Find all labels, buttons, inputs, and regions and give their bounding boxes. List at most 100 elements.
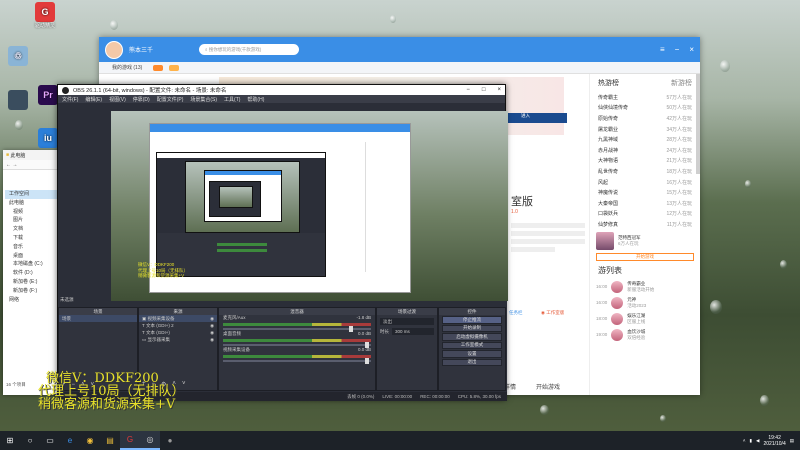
start-icon[interactable]: ⊞: [0, 431, 20, 450]
volume-slider[interactable]: [223, 358, 371, 364]
game-platform-icon[interactable]: G: [120, 431, 140, 450]
source-item[interactable]: ▣ 视频采集设备 ◉: [139, 315, 217, 322]
source-item[interactable]: T 文本 (GDI+) ◉: [139, 329, 217, 336]
game-avatar-icon: [611, 328, 624, 341]
ranking-header: 热游榜 新游榜: [590, 74, 700, 92]
search-icon[interactable]: ○: [20, 431, 40, 450]
ranking-item[interactable]: 仙梦修真 11万人在玩: [590, 219, 700, 230]
nav-item[interactable]: 图片: [5, 216, 61, 225]
game-search-input[interactable]: ⌕ 搜你想玩的游戏(千款游戏): [199, 44, 300, 55]
source-item[interactable]: T 文本 (GDI+) 2 ◉: [139, 322, 217, 329]
nav-item[interactable]: 新加卷 (E:): [5, 278, 61, 287]
menu-scene-collection[interactable]: 场景集合(S): [190, 96, 217, 103]
menu-tools[interactable]: 工具(T): [224, 96, 240, 103]
stop-stream-button[interactable]: 停止推流: [442, 316, 502, 324]
close-icon[interactable]: ×: [497, 87, 501, 93]
nav-item[interactable]: 本地磁盘 (C:): [5, 260, 61, 269]
app-icon[interactable]: ●: [160, 431, 180, 450]
ranking-item[interactable]: 大秦帝国 13万人在玩: [590, 198, 700, 209]
menu-view[interactable]: 视图(V): [109, 96, 126, 103]
ranking-item[interactable]: 口袋妖兵 12万人在玩: [590, 209, 700, 220]
featured-game[interactable]: 范特西冠军 6万人在玩: [590, 230, 700, 252]
start-game-button[interactable]: 开始游戏: [536, 382, 560, 391]
studio-mode-button[interactable]: 工作室模式: [442, 341, 502, 349]
minimize-icon[interactable]: −: [466, 87, 470, 93]
schedule-item[interactable]: 18:00 娱乐江湖 区服上线: [590, 311, 700, 327]
tab-indicator[interactable]: [153, 64, 164, 71]
nav-item[interactable]: 新加卷 (F:): [5, 287, 61, 296]
virtual-camera-button[interactable]: 启动虚拟摄像机: [442, 333, 502, 341]
start-recording-button[interactable]: 开始录制: [442, 324, 502, 332]
featured-start-button[interactable]: 开始游戏: [596, 252, 694, 261]
ranking-item[interactable]: 赤月战神 24万人在玩: [590, 145, 700, 156]
schedule-item[interactable]: 16:00 传奇霸业 新服活动开始: [590, 279, 700, 295]
nav-item[interactable]: 视频: [5, 208, 61, 217]
exit-button[interactable]: 退出: [442, 358, 502, 366]
ranking-item[interactable]: 风起 16万人在玩: [590, 177, 700, 188]
source-item[interactable]: ▭ 显示器采集 ◉: [139, 336, 217, 343]
scene-item[interactable]: 场景: [59, 315, 137, 322]
obs-icon[interactable]: ◎: [140, 431, 160, 450]
desktop-icon-app[interactable]: [3, 90, 33, 110]
nav-item[interactable]: 桌面: [5, 252, 61, 261]
chevron-up-icon[interactable]: ˄: [743, 438, 746, 443]
settings-button[interactable]: 设置: [442, 350, 502, 358]
volume-slider[interactable]: [223, 326, 371, 332]
menu-profile[interactable]: 配置文件(P): [157, 96, 184, 103]
tab-my-games[interactable]: 我的游戏 (13): [107, 63, 147, 72]
schedule-item[interactable]: 16:00 元神 活动2023: [590, 295, 700, 311]
preview-capture-1: [149, 123, 411, 293]
desktop-icon-driver-genius[interactable]: G 驱动精灵: [30, 2, 60, 29]
menu-edit[interactable]: 编辑(E): [85, 96, 102, 103]
pill-studio[interactable]: ◉ 工作室版: [541, 308, 564, 318]
desktop-icon-recycle[interactable]: ♲: [3, 46, 33, 66]
network-icon[interactable]: ▮: [750, 438, 752, 444]
explorer-icon[interactable]: ▤: [100, 431, 120, 450]
transition-select[interactable]: 淡出: [380, 318, 434, 325]
tab-indicator[interactable]: [169, 64, 180, 71]
task-view-icon[interactable]: ▭: [40, 431, 60, 450]
scrollbar[interactable]: [696, 74, 700, 174]
detail-link[interactable]: 进入: [521, 113, 530, 119]
minimize-icon[interactable]: −: [675, 45, 680, 54]
ranking-item[interactable]: 大神物语 21万人在玩: [590, 156, 700, 167]
tab-new[interactable]: 新游榜: [671, 78, 692, 88]
schedule-item[interactable]: 19:00 血饮沙城 双倍经验: [590, 327, 700, 343]
obs-window[interactable]: OBS 26.1.1 (64-bit, windows) - 配置文件: 未命名…: [57, 84, 508, 401]
obs-menubar: 文件(F) 编辑(E) 视图(V) 停靠(D) 配置文件(P) 场景集合(S) …: [58, 95, 505, 103]
chrome-icon[interactable]: ◉: [80, 431, 100, 450]
ranking-item[interactable]: 仙侠仙境传奇 50万人在玩: [590, 103, 700, 114]
ranking-item[interactable]: 乱世传奇 18万人在玩: [590, 166, 700, 177]
ranking-item[interactable]: 神魔传说 15万人在玩: [590, 187, 700, 198]
browser-icon[interactable]: e: [60, 431, 80, 450]
nav-item[interactable]: 网络: [5, 296, 61, 305]
nav-item[interactable]: 文档: [5, 225, 61, 234]
volume-icon[interactable]: ◀: [756, 438, 759, 444]
menu-dock[interactable]: 停靠(D): [133, 96, 150, 103]
volume-slider[interactable]: [223, 342, 371, 348]
back-arrow-icon[interactable]: ←: [6, 162, 11, 168]
menu-help[interactable]: 帮助(H): [247, 96, 264, 103]
nav-item[interactable]: 音乐: [5, 243, 61, 252]
notification-icon[interactable]: ▤: [790, 438, 794, 444]
transition-duration-input[interactable]: 300 ms: [392, 328, 434, 335]
nav-item[interactable]: 下载: [5, 234, 61, 243]
nav-item[interactable]: 此电脑: [5, 199, 61, 208]
ranking-item[interactable]: 九黑神域 28万人在玩: [590, 134, 700, 145]
forward-arrow-icon[interactable]: →: [12, 162, 17, 168]
menu-file[interactable]: 文件(F): [62, 96, 78, 103]
file-explorer-window[interactable]: ■ 此电脑 ← → 工作空间 此电脑 视频 图片 文档 下载 音乐 桌面 本地磁…: [3, 150, 61, 395]
ranking-item[interactable]: 原始传奇 42万人在玩: [590, 113, 700, 124]
close-icon[interactable]: ×: [689, 45, 694, 54]
maximize-icon[interactable]: □: [482, 87, 486, 93]
menu-icon[interactable]: ≡: [660, 45, 665, 54]
ranking-item[interactable]: 传奇霸主 57万人在玩: [590, 92, 700, 103]
nav-item[interactable]: 软件 (D:): [5, 269, 61, 278]
pill-taskbar[interactable]: 任务栏: [509, 308, 523, 318]
clock[interactable]: 19:42 2021/10/4: [763, 435, 785, 447]
nav-item[interactable]: 工作空间: [5, 190, 61, 199]
tab-hot[interactable]: 热游榜: [598, 78, 619, 88]
ranking-item[interactable]: 屠龙霸业 34万人在玩: [590, 124, 700, 135]
obs-preview-canvas[interactable]: 微信V：DDKF200 代理上号10局（无排队） 稍微客源和货源采集+V: [111, 111, 508, 301]
avatar[interactable]: [105, 40, 123, 59]
